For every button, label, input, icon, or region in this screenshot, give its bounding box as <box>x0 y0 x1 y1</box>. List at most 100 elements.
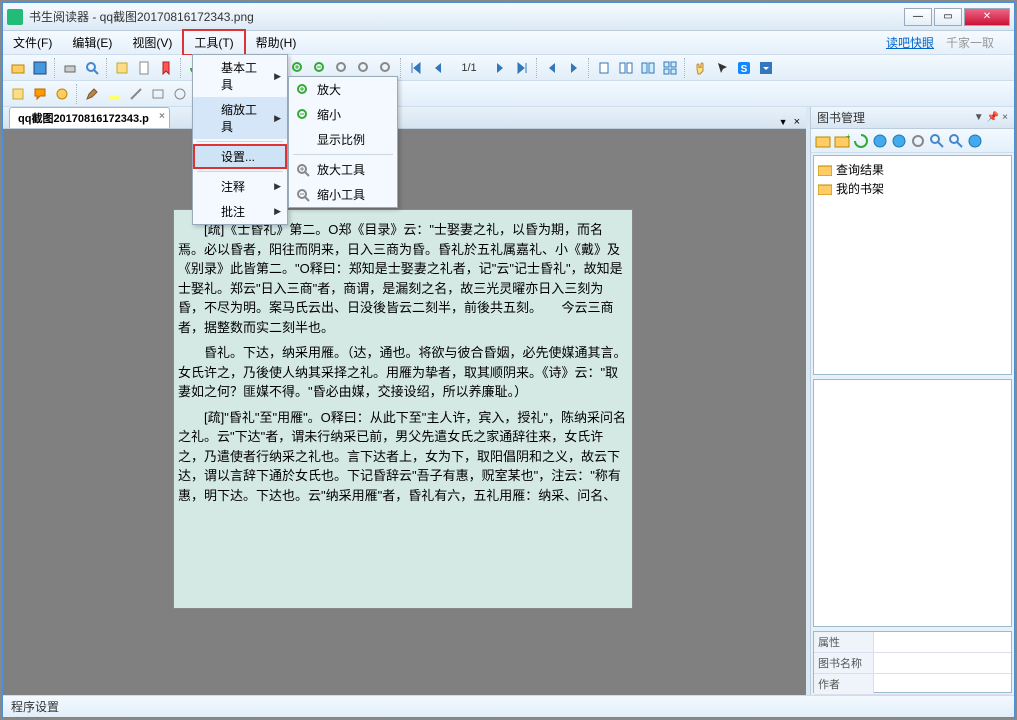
menu-view[interactable]: 视图(V) <box>122 31 182 54</box>
skype-icon[interactable]: S <box>734 58 754 78</box>
tree-item-search-results[interactable]: 查询结果 <box>818 160 1007 179</box>
circle-icon[interactable] <box>170 84 190 104</box>
search-icon[interactable] <box>82 58 102 78</box>
pen-icon[interactable] <box>82 84 102 104</box>
panel-title: 图书管理 <box>817 109 865 126</box>
layout2-icon[interactable] <box>616 58 636 78</box>
line-icon[interactable] <box>126 84 146 104</box>
prev-page-icon[interactable] <box>428 58 448 78</box>
svg-text:+: + <box>846 133 850 141</box>
menubar: 文件(F) 编辑(E) 视图(V) 工具(T) 帮助(H) 读吧快眼 千家一取 <box>3 31 1014 55</box>
zoom-fit-icon[interactable] <box>332 58 352 78</box>
note-icon[interactable] <box>8 84 28 104</box>
document-page: [疏]《士昏礼》第二。O郑《目录》云："士娶妻之礼，以昏为期，而名焉。必以昏者，… <box>173 209 633 609</box>
maximize-button[interactable]: ▭ <box>934 8 962 26</box>
props-author-label: 作者 <box>814 674 874 694</box>
globe2-icon[interactable] <box>891 133 907 149</box>
refresh-icon[interactable] <box>853 133 869 149</box>
open-icon[interactable] <box>8 58 28 78</box>
library-list[interactable] <box>813 379 1012 627</box>
props-header: 属性 <box>814 632 874 652</box>
document-view[interactable]: [疏]《士昏礼》第二。O郑《目录》云："士娶妻之礼，以昏为期，而名焉。必以昏者，… <box>3 129 806 695</box>
props-author-value <box>874 674 1011 694</box>
layout4-icon[interactable] <box>660 58 680 78</box>
print-icon[interactable] <box>60 58 80 78</box>
sync-icon[interactable] <box>910 133 926 149</box>
pointer-icon[interactable] <box>712 58 732 78</box>
tab-label: qq截图20170816172343.p <box>18 113 149 125</box>
menu-file[interactable]: 文件(F) <box>3 31 62 54</box>
globe-icon[interactable] <box>872 133 888 149</box>
panel-pin-icon[interactable]: 📌 <box>987 112 999 123</box>
submenu-ratio[interactable]: 显示比例 <box>289 127 397 152</box>
zoom-in-icon[interactable] <box>288 58 308 78</box>
annotation-toolbar <box>3 81 1014 107</box>
new-folder-icon[interactable]: + <box>834 133 850 149</box>
tree-item-bookshelf[interactable]: 我的书架 <box>818 179 1007 198</box>
library-panel-header: 图书管理 ▼ 📌 × <box>811 107 1014 129</box>
submenu-zoom-in-tool[interactable]: 放大工具 <box>289 157 397 182</box>
minimize-button[interactable]: — <box>904 8 932 26</box>
rect-icon[interactable] <box>148 84 168 104</box>
comment-icon[interactable] <box>30 84 50 104</box>
tab-dropdown-icon[interactable]: ▼ <box>779 117 788 127</box>
layout3-icon[interactable] <box>638 58 658 78</box>
panel-close-icon[interactable]: × <box>1002 112 1008 123</box>
search2-icon[interactable] <box>929 133 945 149</box>
menu-zoom-tools[interactable]: 缩放工具▶ <box>193 97 287 139</box>
menu-hint: 千家一取 <box>946 34 994 51</box>
next-page-icon[interactable] <box>490 58 510 78</box>
document-tab[interactable]: qq截图20170816172343.p × <box>9 107 170 128</box>
highlight-icon[interactable] <box>104 84 124 104</box>
folder-icon[interactable] <box>815 133 831 149</box>
menu-annotate[interactable]: 注释▶ <box>193 174 287 199</box>
zoom-out-tool-icon <box>295 187 311 203</box>
titlebar: 书生阅读器 - qq截图20170816172343.png — ▭ ✕ <box>3 3 1014 31</box>
menu-basic-tools[interactable]: 基本工具▶ <box>193 55 287 97</box>
zoom-in-tool-icon <box>295 162 311 178</box>
submenu-zoom-in[interactable]: 放大 <box>289 77 397 102</box>
save-icon[interactable] <box>30 58 50 78</box>
tree-label: 查询结果 <box>836 161 884 178</box>
svg-text:S: S <box>741 64 748 75</box>
menu-markup[interactable]: 批注▶ <box>193 199 287 224</box>
document-tabs: qq截图20170816172343.p × ▼ × <box>3 107 806 129</box>
menu-settings[interactable]: 设置... <box>193 144 287 169</box>
zoom-out-icon <box>295 107 311 123</box>
library-tree[interactable]: 查询结果 我的书架 <box>813 155 1012 375</box>
props-name-label: 图书名称 <box>814 653 874 673</box>
menu-help[interactable]: 帮助(H) <box>246 31 307 54</box>
menu-tools[interactable]: 工具(T) <box>182 29 245 56</box>
paragraph: [疏]《士昏礼》第二。O郑《目录》云："士娶妻之礼，以昏为期，而名焉。必以昏者，… <box>178 220 628 337</box>
main-toolbar: 1/1 S <box>3 55 1014 81</box>
read-link[interactable]: 读吧快眼 <box>886 34 934 51</box>
statusbar: 程序设置 <box>3 695 1014 717</box>
library-toolbar: + <box>811 129 1014 153</box>
tab-close-all-icon[interactable]: × <box>794 116 800 128</box>
submenu-zoom-out[interactable]: 缩小 <box>289 102 397 127</box>
menu-edit[interactable]: 编辑(E) <box>62 31 122 54</box>
close-button[interactable]: ✕ <box>964 8 1010 26</box>
panel-dropdown-icon[interactable]: ▼ <box>974 112 984 123</box>
search3-icon[interactable] <box>948 133 964 149</box>
dropdown-icon[interactable] <box>756 58 776 78</box>
window-title: 书生阅读器 - qq截图20170816172343.png <box>29 8 904 25</box>
properties-panel: 属性 图书名称 作者 <box>813 631 1012 693</box>
zoom-width-icon[interactable] <box>354 58 374 78</box>
submenu-zoom-out-tool[interactable]: 缩小工具 <box>289 182 397 207</box>
last-page-icon[interactable] <box>512 58 532 78</box>
annotate-icon[interactable] <box>112 58 132 78</box>
hand-icon[interactable] <box>690 58 710 78</box>
stamp-icon[interactable] <box>52 84 72 104</box>
nav-fwd-icon[interactable] <box>564 58 584 78</box>
nav-back-icon[interactable] <box>542 58 562 78</box>
bookmark-icon[interactable] <box>156 58 176 78</box>
globe3-icon[interactable] <box>967 133 983 149</box>
zoom-more-icon[interactable] <box>376 58 396 78</box>
layout1-icon[interactable] <box>594 58 614 78</box>
tab-close-icon[interactable]: × <box>159 111 165 122</box>
first-page-icon[interactable] <box>406 58 426 78</box>
paragraph: 昏礼。下达，纳采用雁。（达，通也。将欲与彼合昏姻，必先使媒通其言。女氏许之，乃後… <box>178 343 628 402</box>
page-icon[interactable] <box>134 58 154 78</box>
zoom-out-icon[interactable] <box>310 58 330 78</box>
